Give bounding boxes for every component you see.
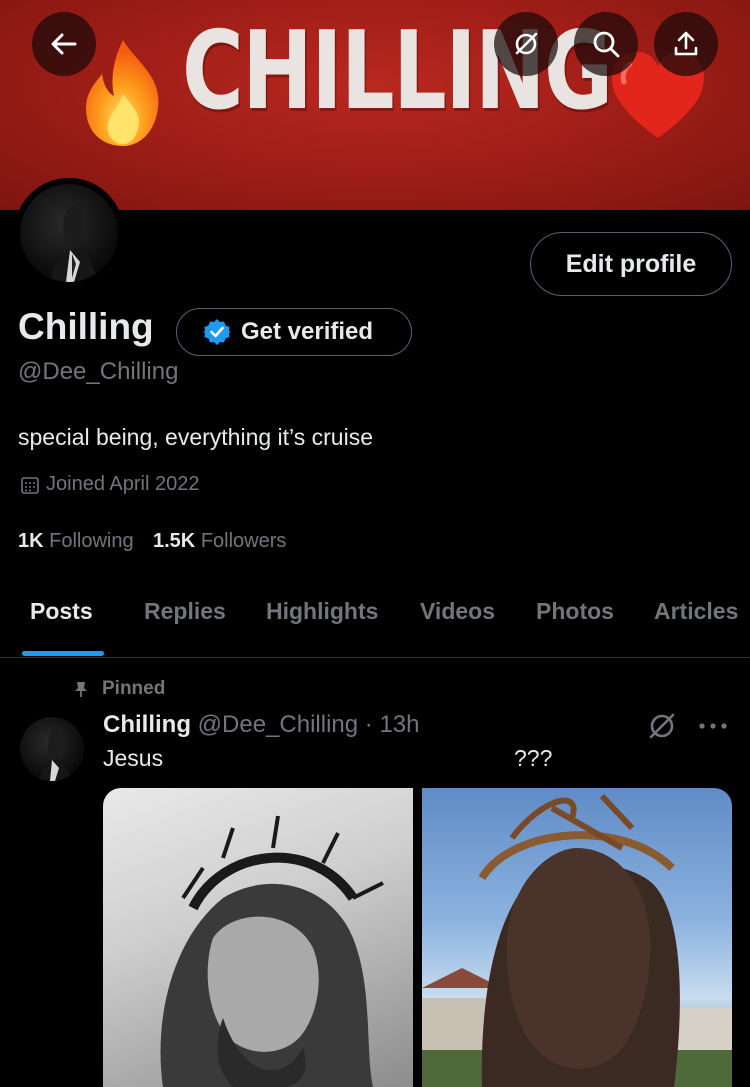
post-separator: · bbox=[364, 711, 373, 738]
pinned-indicator: Pinned bbox=[72, 678, 165, 700]
verified-badge-icon bbox=[203, 319, 231, 345]
post-author-handle[interactable]: @Dee_Chilling bbox=[198, 711, 358, 738]
profile-avatar[interactable] bbox=[14, 178, 124, 288]
profile-name: Chilling bbox=[18, 306, 154, 347]
tab-photos[interactable]: Photos bbox=[536, 598, 614, 625]
profile-banner[interactable]: CHILLING bbox=[0, 0, 750, 210]
post-image-right[interactable] bbox=[422, 788, 732, 1087]
post-image-left[interactable] bbox=[103, 788, 413, 1087]
post-author-name[interactable]: Chilling bbox=[103, 711, 191, 738]
post-author-avatar[interactable] bbox=[20, 717, 84, 781]
back-button[interactable] bbox=[32, 12, 96, 76]
profile-bio: special being, everything it’s cruise bbox=[18, 424, 373, 450]
pin-icon bbox=[75, 682, 87, 697]
search-button[interactable] bbox=[574, 12, 638, 76]
search-icon bbox=[593, 31, 620, 58]
grok-button[interactable] bbox=[494, 12, 558, 76]
tab-highlights[interactable]: Highlights bbox=[266, 598, 378, 625]
followers-count: 1.5K bbox=[153, 530, 196, 552]
following-link[interactable]: 1K Following bbox=[18, 530, 134, 553]
joined-date: Joined April 2022 bbox=[20, 473, 199, 496]
avatar-image bbox=[20, 184, 118, 282]
post-text-left: Jesus bbox=[103, 745, 164, 771]
post-time[interactable]: 13h bbox=[379, 711, 419, 738]
active-tab-indicator bbox=[22, 651, 104, 656]
grok-icon bbox=[515, 32, 538, 55]
get-verified-button[interactable]: Get verified bbox=[176, 308, 412, 356]
profile-tabs: Posts Replies Highlights Videos Photos A… bbox=[0, 580, 750, 658]
back-arrow-icon bbox=[51, 33, 77, 55]
get-verified-label: Get verified bbox=[241, 318, 374, 345]
followers-link[interactable]: 1.5K Followers bbox=[153, 530, 286, 553]
post-header: Chilling @Dee_Chilling · 13h bbox=[103, 711, 420, 739]
followers-label: Followers bbox=[200, 530, 287, 552]
post-text-right: ??? bbox=[514, 745, 553, 771]
tab-replies[interactable]: Replies bbox=[144, 598, 226, 625]
edit-profile-button[interactable]: Edit profile bbox=[530, 232, 732, 296]
tab-posts[interactable]: Posts bbox=[30, 598, 93, 625]
share-button[interactable] bbox=[654, 12, 718, 76]
pinned-label: Pinned bbox=[102, 678, 166, 699]
tab-articles[interactable]: Articles bbox=[654, 598, 738, 625]
following-label: Following bbox=[49, 530, 134, 552]
profile-handle: @Dee_Chilling bbox=[18, 358, 179, 385]
calendar-icon bbox=[21, 476, 39, 494]
following-count: 1K bbox=[18, 530, 44, 552]
joined-text: Joined April 2022 bbox=[46, 473, 200, 495]
tab-videos[interactable]: Videos bbox=[420, 598, 495, 625]
more-options-icon[interactable] bbox=[698, 722, 728, 730]
post-grok-icon[interactable] bbox=[646, 710, 678, 742]
share-icon bbox=[674, 31, 698, 56]
